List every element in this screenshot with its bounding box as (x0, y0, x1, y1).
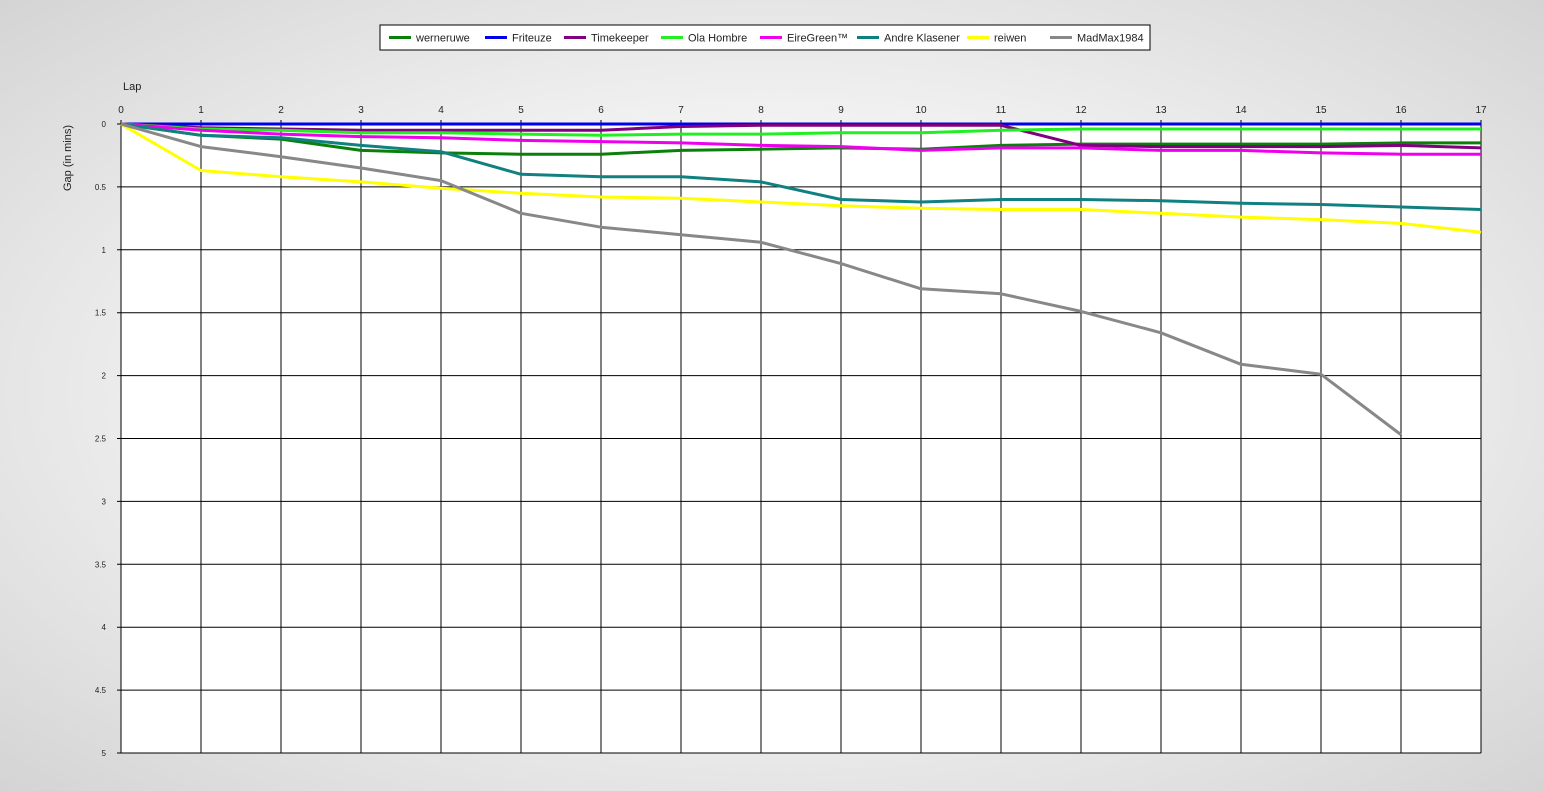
x-tick-label: 8 (758, 105, 764, 116)
y-tick-label: 5 (102, 749, 107, 758)
x-axis-title: Lap (123, 81, 141, 93)
x-tick-label: 15 (1315, 105, 1327, 116)
chart-svg: werneruwe Friteuze Timekeeper Ola Hombre Eir… (62, 24, 1487, 758)
chart: werneruwe Friteuze Timekeeper Ola Hombre Eir… (0, 0, 1544, 786)
legend-label-ola-hombre: Ola Hombre (688, 33, 747, 45)
legend-label-timekeeper: Timekeeper (591, 33, 649, 45)
legend-label-werneruwe: werneruwe (415, 33, 470, 45)
legend-label-friteuze: Friteuze (512, 33, 552, 45)
y-axis-title: Gap (in mins) (62, 125, 74, 191)
y-tick-label: 3.5 (95, 560, 107, 569)
y-tick-label: 0 (102, 120, 107, 129)
x-tick-label: 0 (118, 105, 124, 116)
y-tick-label: 2 (102, 372, 107, 381)
legend-label-reiwen: reiwen (994, 33, 1026, 45)
y-tick-label: 1.5 (95, 309, 107, 318)
x-tick-label: 7 (678, 105, 684, 116)
x-tick-label: 4 (438, 105, 444, 116)
y-tick-label: 4 (102, 623, 107, 632)
legend-label-madmax1984: MadMax1984 (1077, 33, 1144, 45)
x-tick-label: 3 (358, 105, 364, 116)
x-tick-label: 11 (996, 105, 1007, 116)
x-tick-label: 1 (198, 105, 204, 116)
legend-label-eiregreen: EireGreen™ (787, 33, 848, 45)
legend-label-andre-klasener: Andre Klasener (884, 33, 960, 45)
x-tick-label: 14 (1235, 105, 1247, 116)
y-tick-label: 3 (102, 497, 107, 506)
y-tick-label: 1 (102, 246, 107, 255)
y-tick-label: 0.5 (95, 183, 107, 192)
x-tick-label: 10 (915, 105, 927, 116)
x-tick-label: 12 (1075, 105, 1087, 116)
y-tick-label: 4.5 (95, 686, 107, 695)
x-tick-label: 9 (838, 105, 844, 116)
x-tick-label: 17 (1475, 105, 1487, 116)
grid (117, 120, 1482, 754)
x-tick-label: 6 (598, 105, 604, 116)
x-tick-label: 16 (1395, 105, 1407, 116)
y-tick-label: 2.5 (95, 435, 107, 444)
legend: werneruwe Friteuze Timekeeper Ola Hombre Eir… (379, 24, 1151, 51)
x-tick-label: 2 (278, 105, 284, 116)
x-tick-label: 13 (1155, 105, 1167, 116)
x-tick-label: 5 (518, 105, 524, 116)
